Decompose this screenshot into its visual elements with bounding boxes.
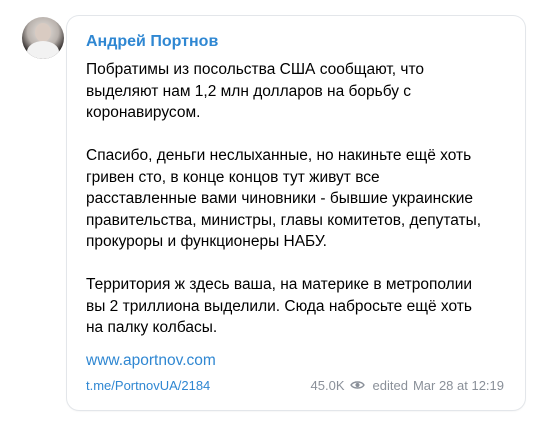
views-count: 45.0K (310, 378, 345, 393)
message-paragraph-1: Побратимы из посольства США сообщают, чт… (86, 61, 425, 121)
avatar-head (35, 23, 51, 42)
avatar-shirt (27, 41, 59, 59)
message-time: Mar 28 at 12:19 (412, 378, 504, 393)
message-paragraph-3: Территория ж здесь ваша, на материке в м… (86, 276, 473, 336)
message-paragraph-2: Спасибо, деньги неслыханные, но накиньте… (86, 147, 482, 250)
author-avatar[interactable] (22, 17, 64, 59)
edited-label: edited (372, 378, 408, 393)
message-text: Побратимы из посольства США сообщают, чт… (86, 59, 518, 339)
message-meta: 45.0K edited Mar 28 at 12:19 (311, 378, 504, 393)
message-footer: t.me/PortnovUA/2184 45.0K edited Mar 28 … (86, 378, 504, 396)
author-name[interactable]: Андрей Портнов (86, 33, 218, 51)
post-link[interactable]: t.me/PortnovUA/2184 (86, 378, 210, 393)
website-link[interactable]: www.aportnov.com (86, 352, 216, 370)
eye-icon (349, 378, 365, 393)
message-bubble: Андрей Портнов Побратимы из посольства С… (67, 16, 525, 410)
